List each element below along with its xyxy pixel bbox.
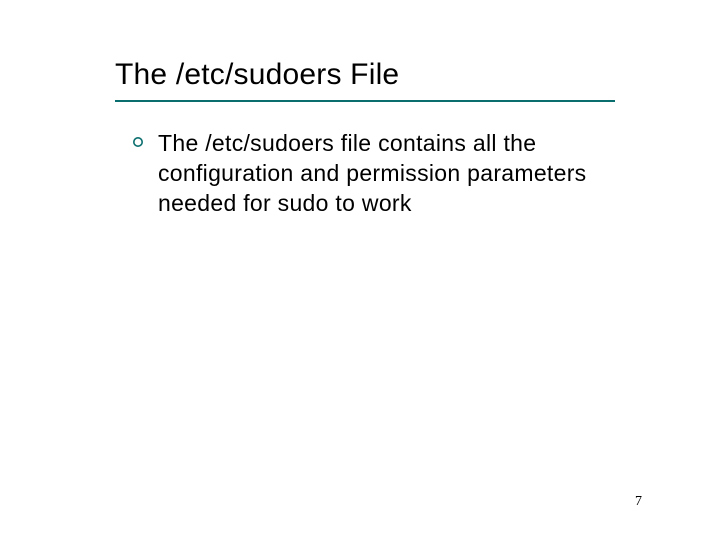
slide-body: The /etc/sudoers file contains all the c…	[132, 128, 632, 218]
bullet-text: The /etc/sudoers file contains all the c…	[158, 128, 632, 218]
bullet-item: The /etc/sudoers file contains all the c…	[132, 128, 632, 218]
slide-title: The /etc/sudoers File	[115, 58, 399, 92]
slide: The /etc/sudoers File The /etc/sudoers f…	[0, 0, 720, 540]
page-number: 7	[635, 494, 642, 510]
title-underline	[115, 100, 615, 102]
bullet-marker-icon	[132, 128, 158, 158]
